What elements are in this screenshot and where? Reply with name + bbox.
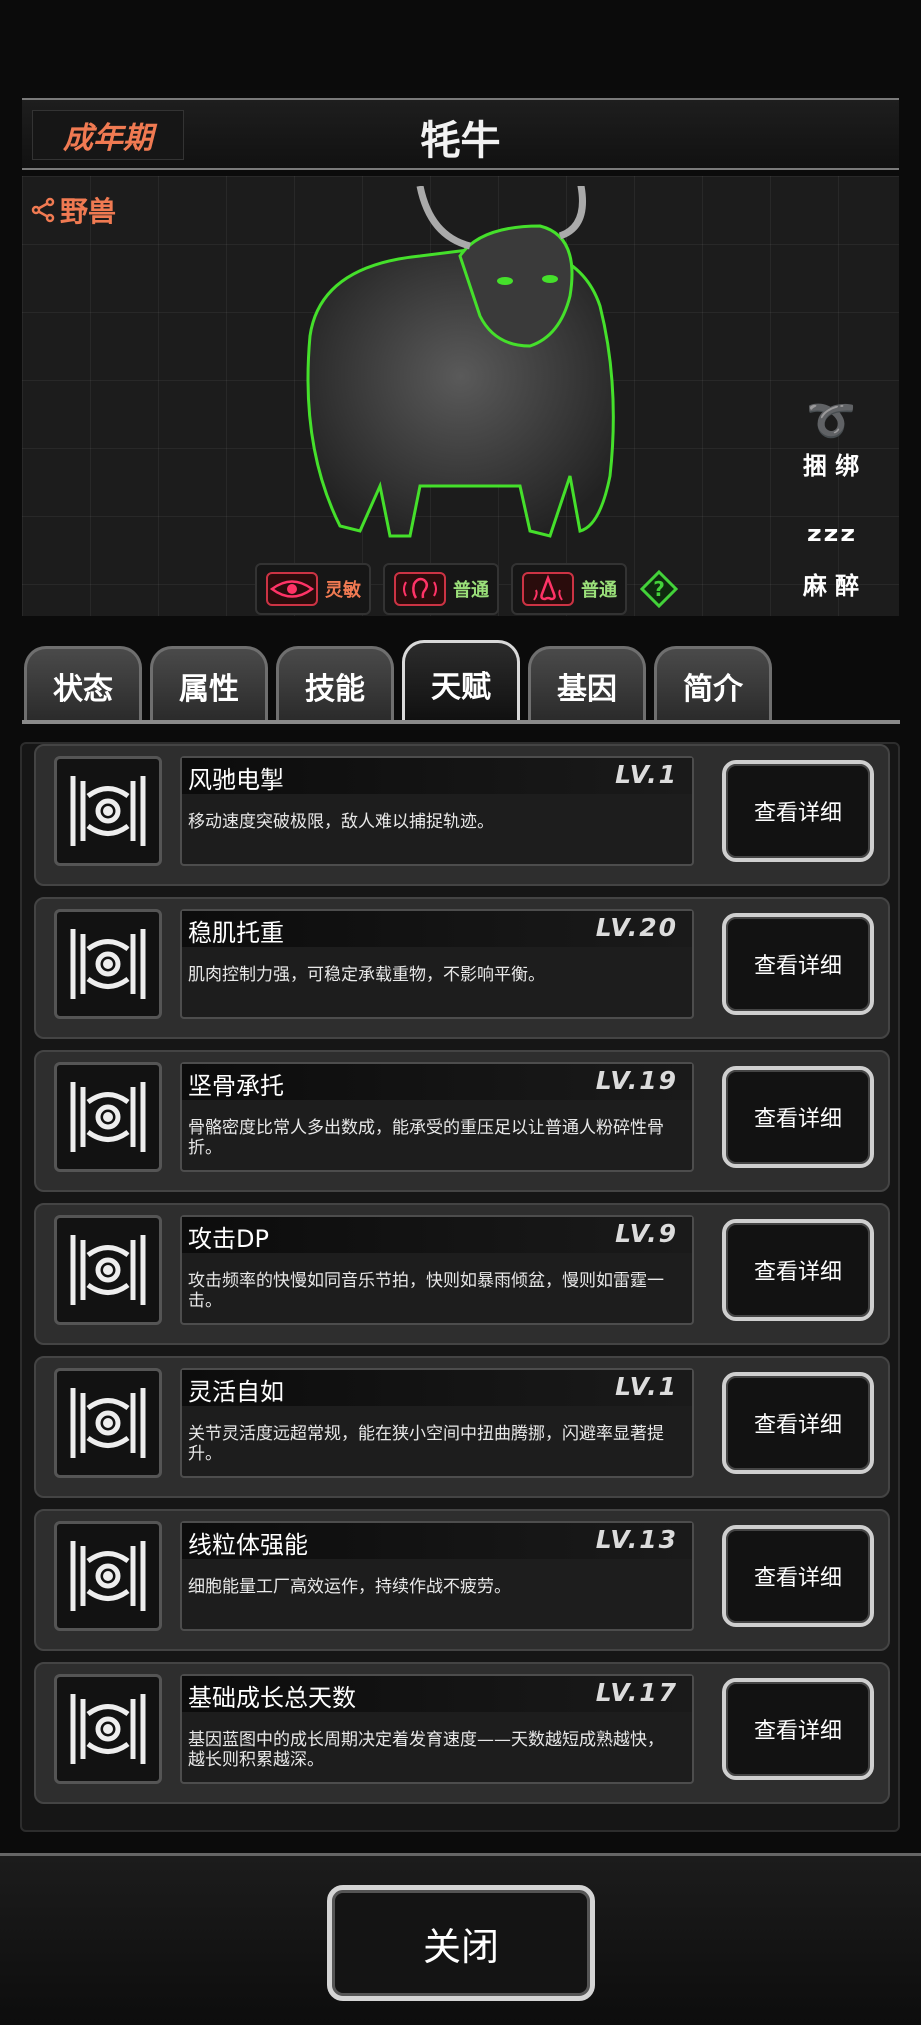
talent-row: 坚骨承托 LV.19 骨骼密度比常人多出数成，能承受的重压足以让普通人粉碎性骨折… <box>34 1050 890 1192</box>
talent-emblem-icon <box>54 1215 162 1325</box>
talent-description: 基因蓝图中的成长周期决定着发育速度——天数越短成熟越快，越长则积累越深。 <box>188 1730 664 1770</box>
talent-name: 灵活自如 <box>188 1378 284 1406</box>
page-title: 牦牛 <box>420 118 501 164</box>
talent-name: 线粒体强能 <box>188 1531 308 1559</box>
talent-emblem-icon <box>54 1062 162 1172</box>
talent-row: 稳肌托重 LV.20 肌肉控制力强，可稳定承载重物，不影响平衡。 查看详细 <box>34 897 890 1039</box>
rope-icon: ➰ <box>806 398 856 444</box>
yak-illustration <box>306 186 615 538</box>
talent-emblem-icon <box>54 1674 162 1784</box>
talent-info: 灵活自如 LV.1 关节灵活度远超常规，能在狭小空间中扭曲腾挪，闪避率显著提升。 <box>180 1368 694 1478</box>
view-details-button[interactable]: 查看详细 <box>722 1678 874 1780</box>
header-bar: 成年期 牦牛 <box>22 98 899 170</box>
talent-description: 关节灵活度远超常规，能在狭小空间中扭曲腾挪，闪避率显著提升。 <box>188 1424 664 1464</box>
tab-genes[interactable]: 基因 <box>528 646 646 722</box>
talent-description: 移动速度突破极限，敌人难以捕捉轨迹。 <box>188 812 494 832</box>
talent-info: 坚骨承托 LV.19 骨骼密度比常人多出数成，能承受的重压足以让普通人粉碎性骨折… <box>180 1062 694 1172</box>
sense-smell-label: 普通 <box>581 580 617 601</box>
tab-talents[interactable]: 天赋 <box>402 640 520 724</box>
talent-info: 风驰电掣 LV.1 移动速度突破极限，敌人难以捕捉轨迹。 <box>180 756 694 866</box>
talent-row: 攻击DP LV.9 攻击频率的快慢如同音乐节拍，快则如暴雨倾盆，慢则如雷霆一击。… <box>34 1203 890 1345</box>
talent-row: 灵活自如 LV.1 关节灵活度远超常规，能在狭小空间中扭曲腾挪，闪避率显著提升。… <box>34 1356 890 1498</box>
tab-attributes[interactable]: 属性 <box>150 646 268 722</box>
talent-row: 风驰电掣 LV.1 移动速度突破极限，敌人难以捕捉轨迹。 查看详细 <box>34 744 890 886</box>
talent-name: 风驰电掣 <box>188 766 284 794</box>
bind-action-label: 捆 绑 <box>802 452 860 480</box>
talent-info: 基础成长总天数 LV.17 基因蓝图中的成长周期决定着发育速度——天数越短成熟越… <box>180 1674 694 1784</box>
tranquilize-action-label: 麻 醉 <box>802 572 860 600</box>
talent-emblem-icon <box>54 1521 162 1631</box>
tab-bar: 状态 属性 技能 天赋 基因 简介 <box>24 640 884 724</box>
view-details-button[interactable]: 查看详细 <box>722 1372 874 1474</box>
talent-level: LV.1 <box>615 760 678 789</box>
talent-row: 线粒体强能 LV.13 细胞能量工厂高效运作，持续作战不疲劳。 查看详细 <box>34 1509 890 1651</box>
talent-name: 基础成长总天数 <box>188 1684 356 1712</box>
talent-emblem-icon <box>54 1368 162 1478</box>
tab-skills[interactable]: 技能 <box>276 646 394 722</box>
tab-divider <box>22 720 900 724</box>
talent-info: 攻击DP LV.9 攻击频率的快慢如同音乐节拍，快则如暴雨倾盆，慢则如雷霆一击。 <box>180 1215 694 1325</box>
talent-name: 稳肌托重 <box>188 919 284 947</box>
talent-description: 细胞能量工厂高效运作，持续作战不疲劳。 <box>188 1577 511 1597</box>
view-details-button[interactable]: 查看详细 <box>722 913 874 1015</box>
sense-hearing-label: 普通 <box>453 580 489 601</box>
sense-smell[interactable]: 普通 <box>511 563 627 615</box>
talent-level: LV.9 <box>615 1219 678 1248</box>
view-details-button[interactable]: 查看详细 <box>722 760 874 862</box>
talent-row: 基础成长总天数 LV.17 基因蓝图中的成长周期决定着发育速度——天数越短成熟越… <box>34 1662 890 1804</box>
talent-emblem-icon <box>54 756 162 866</box>
talent-description: 骨骼密度比常人多出数成，能承受的重压足以让普通人粉碎性骨折。 <box>188 1118 664 1158</box>
talent-list[interactable]: 风驰电掣 LV.1 移动速度突破极限，敌人难以捕捉轨迹。 查看详细 稳肌托重 L… <box>20 742 900 1832</box>
tab-status[interactable]: 状态 <box>24 646 142 722</box>
creature-type-label: 野兽 <box>60 195 117 228</box>
close-button[interactable]: 关闭 <box>327 1885 595 2001</box>
creature-display: 野兽 ➰ 捆 绑 ᶻᶻᶻ 麻 醉 <box>22 176 899 616</box>
talent-info: 稳肌托重 LV.20 肌肉控制力强，可稳定承载重物，不影响平衡。 <box>180 909 694 1019</box>
ear-icon <box>393 570 447 608</box>
share-icon <box>31 197 55 223</box>
bind-action[interactable]: ➰ 捆 绑 <box>791 396 871 481</box>
creature-type-tag[interactable]: 野兽 <box>30 190 116 230</box>
tranquilize-action[interactable]: ᶻᶻᶻ 麻 醉 <box>791 516 871 601</box>
sense-hearing[interactable]: 普通 <box>383 563 499 615</box>
sense-sight[interactable]: 灵敏 <box>255 563 371 615</box>
view-details-button[interactable]: 查看详细 <box>722 1525 874 1627</box>
nose-icon <box>521 570 575 608</box>
talent-name: 坚骨承托 <box>188 1072 284 1100</box>
talent-level: LV.13 <box>595 1525 678 1554</box>
talent-emblem-icon <box>54 909 162 1019</box>
sense-sight-label: 灵敏 <box>325 580 361 601</box>
talent-name: 攻击DP <box>188 1225 269 1253</box>
sleep-zzz-icon: ᶻᶻᶻ <box>805 518 857 564</box>
view-details-button[interactable]: 查看详细 <box>722 1066 874 1168</box>
eye-icon <box>265 570 319 608</box>
talent-info: 线粒体强能 LV.13 细胞能量工厂高效运作，持续作战不疲劳。 <box>180 1521 694 1631</box>
question-diamond-icon[interactable]: ? <box>639 569 679 609</box>
talent-level: LV.20 <box>595 913 678 942</box>
tab-intro[interactable]: 简介 <box>654 646 772 722</box>
talent-description: 攻击频率的快慢如同音乐节拍，快则如暴雨倾盆，慢则如雷霆一击。 <box>188 1271 664 1311</box>
talent-level: LV.1 <box>615 1372 678 1401</box>
view-details-button[interactable]: 查看详细 <box>722 1219 874 1321</box>
svg-text:?: ? <box>653 577 665 601</box>
senses-row: 灵敏 普通 普通 ? <box>255 563 679 615</box>
talent-description: 肌肉控制力强，可稳定承载重物，不影响平衡。 <box>188 965 545 985</box>
talent-level: LV.17 <box>595 1678 678 1707</box>
talent-level: LV.19 <box>595 1066 678 1095</box>
